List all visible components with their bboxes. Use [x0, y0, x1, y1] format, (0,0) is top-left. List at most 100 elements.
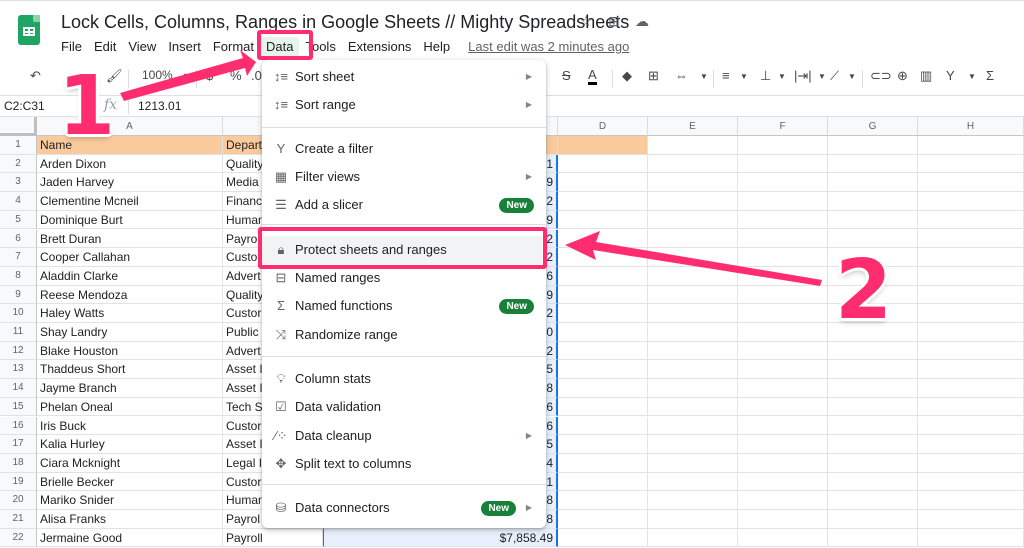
zoom-select[interactable]: 100% — [142, 68, 173, 82]
cell-empty[interactable] — [648, 435, 738, 454]
row-header[interactable]: 11 — [0, 323, 37, 342]
cell-empty[interactable] — [918, 341, 1024, 361]
cell-salary[interactable]: $7,858.49 — [323, 528, 558, 548]
cell-empty[interactable] — [828, 341, 918, 361]
cell-empty[interactable] — [648, 528, 738, 548]
valign-dropdown-icon[interactable]: ▼ — [778, 72, 786, 81]
cell-name[interactable]: Jaden Harvey — [37, 173, 223, 193]
cell-empty[interactable] — [738, 304, 828, 323]
cell-empty[interactable] — [648, 416, 738, 436]
cell-empty[interactable] — [648, 192, 738, 211]
column-header-f[interactable]: F — [738, 117, 828, 136]
horizontal-align-icon[interactable]: ≡ — [722, 68, 730, 83]
cell-empty[interactable] — [738, 323, 828, 342]
cell-empty[interactable] — [738, 154, 828, 174]
cell-empty[interactable] — [918, 304, 1024, 323]
cell-name[interactable]: Arden Dixon — [37, 154, 223, 174]
cell-empty[interactable] — [918, 285, 1024, 305]
row-header[interactable]: 4 — [0, 192, 37, 211]
cell-name[interactable]: Ciara Mcknight — [37, 453, 223, 473]
text-color-icon[interactable]: A — [588, 68, 597, 85]
cell-empty[interactable] — [918, 491, 1024, 510]
cell-empty[interactable] — [648, 341, 738, 361]
cell-empty[interactable] — [918, 323, 1024, 342]
cell-empty[interactable] — [558, 379, 648, 398]
cell-empty[interactable] — [918, 229, 1024, 249]
cell-empty[interactable] — [918, 154, 1024, 174]
cell-empty[interactable] — [558, 285, 648, 305]
cell-empty[interactable] — [648, 248, 738, 267]
cell-empty[interactable] — [738, 341, 828, 361]
cell-name[interactable]: Phelan Oneal — [37, 397, 223, 417]
cell-name[interactable]: Cooper Callahan — [37, 248, 223, 267]
menu-item-column-stats[interactable]: 💡︎ Column stats — [262, 365, 546, 393]
cell-empty[interactable] — [558, 510, 648, 529]
cell-empty[interactable] — [648, 229, 738, 249]
cell-empty[interactable] — [918, 379, 1024, 398]
cell-empty[interactable] — [828, 491, 918, 510]
star-icon[interactable]: ☆ — [578, 13, 594, 30]
row-header[interactable]: 19 — [0, 472, 37, 492]
row-header[interactable]: 17 — [0, 435, 37, 454]
percent-format-button[interactable]: % — [230, 68, 242, 83]
cell-name[interactable]: Clementine Mcneil — [37, 192, 223, 211]
column-header-g[interactable]: G — [828, 117, 918, 136]
cell-empty[interactable] — [558, 192, 648, 211]
wrap-dropdown-icon[interactable]: ▼ — [818, 72, 826, 81]
cell-empty[interactable] — [828, 472, 918, 492]
menu-item-randomize-range[interactable]: ⤨ Randomize range — [262, 321, 546, 349]
cell-empty[interactable] — [648, 136, 738, 155]
cell-empty[interactable] — [738, 491, 828, 510]
merge-cells-icon[interactable]: ⇔ — [675, 68, 688, 83]
row-header[interactable]: 6 — [0, 229, 37, 249]
cell-name[interactable]: Blake Houston — [37, 341, 223, 361]
menu-item-named-functions[interactable]: Σ Named functions New — [262, 292, 546, 320]
menu-edit[interactable]: Edit — [88, 37, 122, 56]
row-header[interactable]: 10 — [0, 304, 37, 323]
cell-empty[interactable] — [648, 397, 738, 417]
sheets-logo-icon[interactable] — [18, 15, 40, 45]
cell-empty[interactable] — [648, 360, 738, 380]
cell-name[interactable]: Thaddeus Short — [37, 360, 223, 380]
cell-empty[interactable] — [558, 173, 648, 193]
cell-empty[interactable] — [828, 435, 918, 454]
menu-item-add-slicer[interactable]: ☰ Add a slicer New — [262, 191, 546, 219]
cell-empty[interactable] — [918, 136, 1024, 155]
cell-name[interactable]: Jermaine Good — [37, 528, 223, 548]
cell-empty[interactable] — [828, 136, 918, 155]
menu-item-data-cleanup[interactable]: ⁄⁘ Data cleanup ▶ — [262, 422, 546, 450]
cell-empty[interactable] — [558, 491, 648, 510]
insert-chart-icon[interactable]: ▥ — [920, 68, 932, 84]
cell-empty[interactable] — [918, 453, 1024, 473]
row-header[interactable]: 1 — [0, 136, 37, 155]
menu-format[interactable]: Format — [207, 37, 260, 56]
filter-dropdown-icon[interactable]: ▼ — [968, 72, 976, 81]
menu-item-create-filter[interactable]: Y Create a filter — [262, 135, 546, 163]
halign-dropdown-icon[interactable]: ▼ — [740, 72, 748, 81]
cell-empty[interactable] — [918, 397, 1024, 417]
cell-name[interactable]: Haley Watts — [37, 304, 223, 323]
cell-empty[interactable] — [738, 136, 828, 155]
cell-name[interactable]: Aladdin Clarke — [37, 266, 223, 286]
cell-empty[interactable] — [648, 379, 738, 398]
strikethrough-icon[interactable]: S — [562, 68, 571, 83]
cell-name[interactable]: Brielle Becker — [37, 472, 223, 492]
cell-empty[interactable] — [738, 210, 828, 230]
column-header-d[interactable]: D — [558, 117, 648, 136]
cell-empty[interactable] — [828, 397, 918, 417]
column-header-h[interactable]: H — [918, 117, 1024, 136]
decrease-decimal-button[interactable]: .0 — [251, 68, 262, 83]
menu-item-split-text[interactable]: ✥ Split text to columns — [262, 450, 546, 478]
row-header[interactable]: 8 — [0, 266, 37, 286]
cell-empty[interactable] — [828, 360, 918, 380]
select-all-corner[interactable] — [0, 117, 37, 136]
cell-empty[interactable] — [558, 528, 648, 548]
cell-empty[interactable] — [828, 416, 918, 436]
row-header[interactable]: 16 — [0, 416, 37, 436]
cell-empty[interactable] — [738, 416, 828, 436]
cell-empty[interactable] — [738, 192, 828, 211]
menu-item-filter-views[interactable]: ▦ Filter views ▶ — [262, 163, 546, 191]
cell-empty[interactable] — [828, 192, 918, 211]
cell-empty[interactable] — [738, 397, 828, 417]
cell-empty[interactable] — [558, 416, 648, 436]
